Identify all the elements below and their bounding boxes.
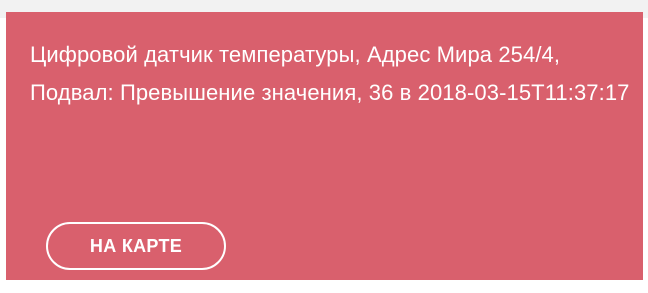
alert-notification-card: Цифровой датчик температуры, Адрес Мира … [6,12,643,280]
show-on-map-button[interactable]: НА КАРТЕ [46,222,226,270]
screen: Цифровой датчик температуры, Адрес Мира … [0,0,648,293]
alert-message-text: Цифровой датчик температуры, Адрес Мира … [30,42,630,105]
